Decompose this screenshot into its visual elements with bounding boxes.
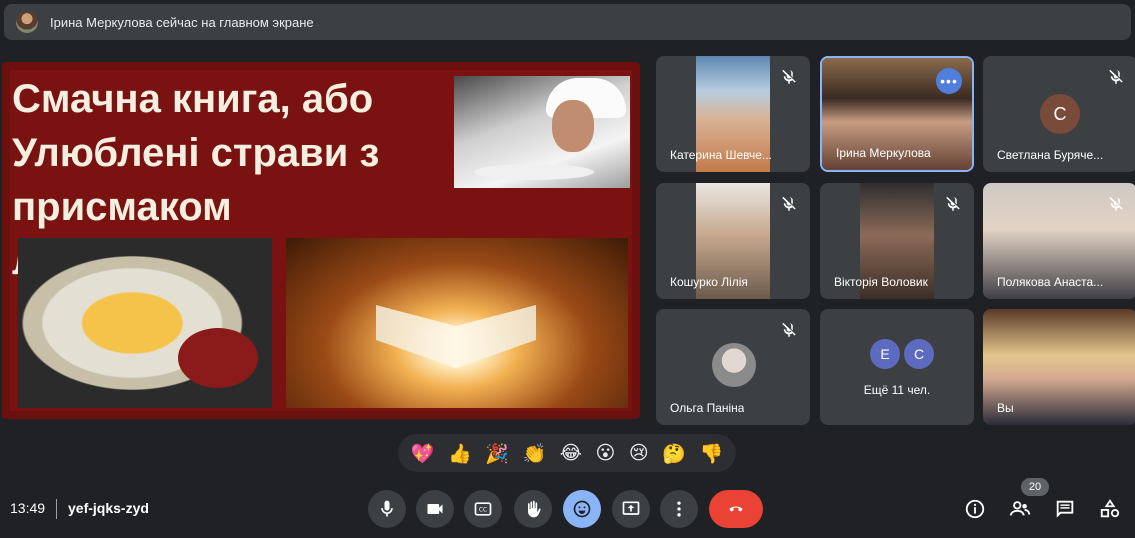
end-call-button[interactable] [709, 490, 763, 528]
camera-button[interactable] [416, 490, 454, 528]
participant-initial-avatar: Е [870, 339, 900, 369]
activities-button[interactable] [1097, 496, 1123, 522]
more-icon [677, 501, 681, 517]
mic-icon [381, 500, 393, 517]
participant-name: Ірина Меркулова [836, 146, 931, 160]
open-book-image [286, 238, 628, 408]
participant-name: Кошурко Лілія [670, 275, 748, 289]
end-call-icon [729, 506, 743, 512]
divider [56, 499, 57, 519]
mic-button[interactable] [368, 490, 406, 528]
presenter-avatar [16, 11, 38, 33]
people-button[interactable] [1007, 496, 1033, 522]
reaction-party[interactable]: 🎉 [485, 442, 509, 465]
more-options-button[interactable] [660, 490, 698, 528]
participant-name: Светлана Буряче... [997, 148, 1104, 162]
participant-tile[interactable]: ••• Ірина Меркулова [820, 56, 974, 172]
participant-tile[interactable]: С Светлана Буряче... [983, 56, 1135, 172]
participant-initial-avatar: С [904, 339, 934, 369]
participant-name: Ольга Паніна [670, 401, 745, 415]
activities-icon [1100, 499, 1120, 518]
raise-hand-icon [528, 500, 541, 518]
camera-icon [427, 504, 443, 514]
participant-tile[interactable]: Кошурко Лілія [656, 183, 810, 299]
clock: 13:49 [10, 500, 46, 516]
more-participants-label: Ещё 11 чел. [863, 383, 931, 397]
captions-icon: CC [474, 502, 492, 516]
presenting-banner: Ірина Меркулова сейчас на главном экране [4, 4, 1131, 40]
participant-tile[interactable]: Полякова Анаста... [983, 183, 1135, 299]
mic-off-icon [782, 69, 796, 84]
emoji-reaction-button[interactable] [563, 490, 601, 528]
more-participants-avatars: Е С [870, 339, 938, 369]
people-icon [1009, 501, 1031, 516]
participant-name: Вы [997, 401, 1014, 415]
info-icon [965, 499, 985, 519]
meet-window: Ірина Меркулова сейчас на главном экране… [0, 0, 1135, 538]
meeting-code: yef-jqks-zyd [68, 500, 149, 516]
mic-off-icon [946, 196, 960, 211]
participant-name: Катерина Шевче... [670, 148, 772, 162]
participant-name: Вікторія Воловик [834, 275, 928, 289]
presenting-banner-text: Ірина Меркулова сейчас на главном экране [50, 14, 314, 30]
more-options-icon[interactable]: ••• [936, 68, 962, 94]
captions-button[interactable]: CC [464, 490, 502, 528]
mic-off-icon [1109, 196, 1123, 211]
self-view-tile[interactable]: Вы [983, 309, 1135, 425]
reaction-sad[interactable]: 😢 [629, 442, 649, 464]
present-button[interactable] [612, 490, 650, 528]
svg-text:CC: CC [479, 508, 487, 514]
mic-off-icon [782, 322, 796, 337]
reaction-thumbs-up[interactable]: 👍 [448, 442, 472, 465]
participant-name: Полякова Анаста... [997, 275, 1104, 289]
participant-tile[interactable]: Ольга Паніна [656, 309, 810, 425]
emoji-icon [573, 500, 591, 518]
chat-button[interactable] [1052, 496, 1078, 522]
raise-hand-button[interactable] [514, 490, 552, 528]
present-icon [622, 501, 640, 515]
reaction-laugh[interactable]: 😂 [560, 442, 582, 464]
mic-off-icon [1109, 69, 1123, 84]
presentation-screen: Смачна книга, або Улюблені страви з прис… [2, 62, 640, 419]
participant-tile[interactable]: Вікторія Воловик [820, 183, 974, 299]
reaction-thumbs-down[interactable]: 👎 [699, 442, 723, 465]
more-participants-tile[interactable]: Е С Ещё 11 чел. [820, 309, 974, 425]
reaction-heart[interactable]: 💖 [411, 442, 435, 465]
mic-off-icon [782, 196, 796, 211]
chef-image [454, 76, 630, 188]
participant-initial-avatar: С [1040, 94, 1080, 134]
participant-photo-avatar [712, 343, 756, 387]
reaction-thinking[interactable]: 🤔 [662, 442, 686, 465]
reaction-surprised[interactable]: 😮 [595, 442, 615, 464]
participant-tile[interactable]: Катерина Шевче... [656, 56, 810, 172]
chat-icon [1056, 500, 1074, 518]
reaction-clap[interactable]: 👏 [522, 442, 546, 465]
ramen-image [18, 238, 272, 408]
participants-count-badge: 20 [1021, 478, 1049, 496]
meeting-details-button[interactable] [962, 496, 988, 522]
reactions-bar: 💖 👍 🎉 👏 😂 😮 😢 🤔 👎 [398, 434, 736, 472]
